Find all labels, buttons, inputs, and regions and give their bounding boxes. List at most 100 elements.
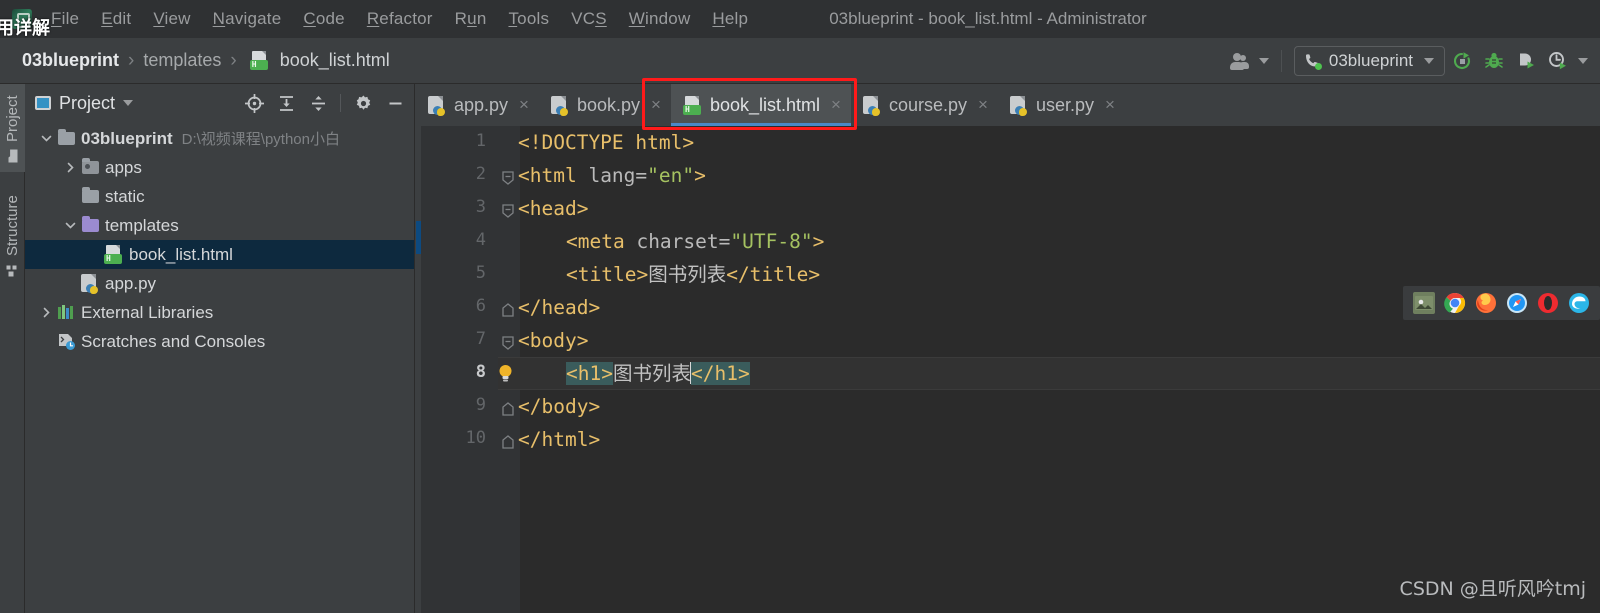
code-token: charset= [636, 230, 731, 253]
close-icon[interactable]: × [1105, 95, 1115, 115]
html-file-icon: H [103, 245, 125, 264]
chevron-right-icon[interactable] [61, 162, 79, 173]
line-number: 6 [475, 296, 486, 316]
fold-close-icon[interactable] [501, 402, 515, 416]
python-file-icon [428, 95, 447, 116]
expand-all-icon[interactable] [271, 89, 301, 117]
code-editor[interactable]: 1 2 3 4 5 6 7 8 9 10 <!DOCTYPE html> <ht… [416, 126, 1600, 613]
chevron-down-icon[interactable] [37, 133, 55, 144]
fold-close-icon[interactable] [501, 303, 515, 317]
intention-lightbulb-icon[interactable] [498, 364, 513, 383]
breadcrumb-item-templates[interactable]: templates [143, 50, 221, 71]
tree-label: 03blueprint [81, 128, 173, 148]
menu-navigate[interactable]: Navigate [202, 6, 293, 32]
code-token: "UTF-8" [730, 230, 813, 253]
opera-icon[interactable] [1537, 292, 1559, 314]
fold-open-icon[interactable] [501, 336, 515, 350]
code-line-7[interactable]: <body> [518, 324, 588, 357]
window-title: 03blueprint - book_list.html - Administr… [829, 9, 1147, 28]
coverage-run-icon[interactable] [1511, 47, 1541, 75]
chevron-down-icon[interactable] [1578, 57, 1588, 64]
menu-vcs[interactable]: VCS [560, 6, 618, 32]
tree-row-app-py[interactable]: app.py [25, 269, 414, 298]
menu-help[interactable]: Help [701, 6, 759, 32]
breadcrumb-item-file[interactable]: book_list.html [280, 50, 390, 71]
code-text-area[interactable]: <!DOCTYPE html> <html lang="en"> <head> … [518, 126, 1600, 613]
profile-run-icon[interactable] [1543, 47, 1573, 75]
rerun-icon[interactable] [1447, 47, 1477, 75]
collapse-all-icon[interactable] [303, 89, 333, 117]
tree-label: apps [105, 157, 142, 177]
tree-row-static[interactable]: static [25, 182, 414, 211]
python-file-icon [79, 274, 101, 294]
tool-tab-structure[interactable]: Structure [0, 180, 25, 290]
close-icon[interactable]: × [831, 95, 841, 115]
tree-row-scratches-consoles[interactable]: Scratches and Consoles [25, 327, 414, 356]
menu-run[interactable]: Run [444, 6, 498, 32]
tree-row-book-list-html[interactable]: H book_list.html [25, 240, 414, 269]
safari-icon[interactable] [1506, 292, 1528, 314]
chevron-down-icon[interactable] [123, 100, 134, 106]
menu-edit[interactable]: Edit [90, 6, 142, 32]
chevron-right-icon[interactable] [37, 307, 55, 318]
left-tool-window-bar: Project Structure [0, 84, 25, 613]
menu-window[interactable]: Window [618, 6, 702, 32]
code-token-tag-close-highlighted: </h1> [690, 362, 750, 385]
code-token: </html> [518, 428, 601, 451]
code-line-8[interactable]: <h1>图书列表</h1> [566, 357, 750, 390]
edge-icon[interactable] [1568, 292, 1590, 314]
close-icon[interactable]: × [978, 95, 988, 115]
tree-label: Scratches and Consoles [81, 331, 266, 351]
code-line-9[interactable]: </body> [518, 390, 600, 423]
minimize-icon[interactable] [380, 89, 410, 117]
editor-tab-label: book.py [576, 94, 641, 115]
close-icon[interactable]: × [519, 95, 529, 115]
code-token: </body> [518, 395, 601, 418]
editor-gutter[interactable]: 1 2 3 4 5 6 7 8 9 10 [416, 126, 498, 613]
firefox-icon[interactable] [1475, 292, 1497, 314]
code-line-6[interactable]: </head> [518, 291, 600, 324]
debug-bug-icon[interactable] [1479, 47, 1509, 75]
share-users-button[interactable] [1229, 50, 1269, 72]
editor-tab-user-py[interactable]: user.py × [998, 84, 1125, 126]
menu-bar[interactable]: File Edit View Navigate Code Refactor Ru… [40, 6, 759, 32]
editor-tab-book-py[interactable]: book.py × [539, 84, 671, 126]
code-token: </title> [726, 263, 821, 286]
editor-tab-book-list-html[interactable]: H book_list.html × [670, 84, 851, 126]
settings-gear-icon[interactable] [348, 89, 378, 117]
code-line-1[interactable]: <!DOCTYPE html> [518, 126, 694, 159]
run-configuration-selector[interactable]: 03blueprint [1293, 45, 1445, 76]
chrome-icon[interactable] [1444, 292, 1466, 314]
fold-open-icon[interactable] [501, 171, 515, 185]
menu-code[interactable]: Code [292, 6, 355, 32]
chevron-down-icon [1258, 57, 1269, 64]
project-tree[interactable]: 03blueprint D:\视频课程\python小白 apps static… [25, 122, 414, 356]
tool-tab-project[interactable]: Project [0, 84, 25, 172]
breadcrumb-item-project[interactable]: 03blueprint [22, 50, 119, 71]
close-icon[interactable]: × [651, 95, 661, 115]
menu-tools[interactable]: Tools [497, 6, 560, 32]
locate-target-icon[interactable] [239, 89, 269, 117]
code-line-4[interactable]: <meta charset="UTF-8"> [566, 225, 824, 258]
tree-row-external-libraries[interactable]: External Libraries [25, 298, 414, 327]
gutter-left-strip [416, 126, 421, 613]
tree-row-templates[interactable]: templates [25, 211, 414, 240]
line-number: 2 [475, 164, 486, 184]
chevron-down-icon[interactable] [61, 220, 79, 231]
project-view-icon [35, 96, 51, 110]
preview-icon[interactable] [1413, 292, 1435, 314]
tree-row-project-root[interactable]: 03blueprint D:\视频课程\python小白 [25, 124, 414, 153]
code-line-5[interactable]: <title>图书列表</title> [566, 258, 820, 291]
code-line-2[interactable]: <html lang="en"> [518, 159, 706, 192]
breadcrumb[interactable]: 03blueprint › templates › H book_list.ht… [22, 50, 390, 72]
editor-tab-course-py[interactable]: course.py × [851, 84, 998, 126]
menu-view[interactable]: View [142, 6, 201, 32]
fold-open-icon[interactable] [501, 204, 515, 218]
browser-preview-strip[interactable] [1403, 286, 1600, 320]
fold-close-icon[interactable] [501, 435, 515, 449]
menu-refactor[interactable]: Refactor [356, 6, 444, 32]
code-line-3[interactable]: <head> [518, 192, 588, 225]
editor-tab-app-py[interactable]: app.py × [416, 84, 539, 126]
tree-row-apps[interactable]: apps [25, 153, 414, 182]
code-line-10[interactable]: </html> [518, 423, 600, 456]
